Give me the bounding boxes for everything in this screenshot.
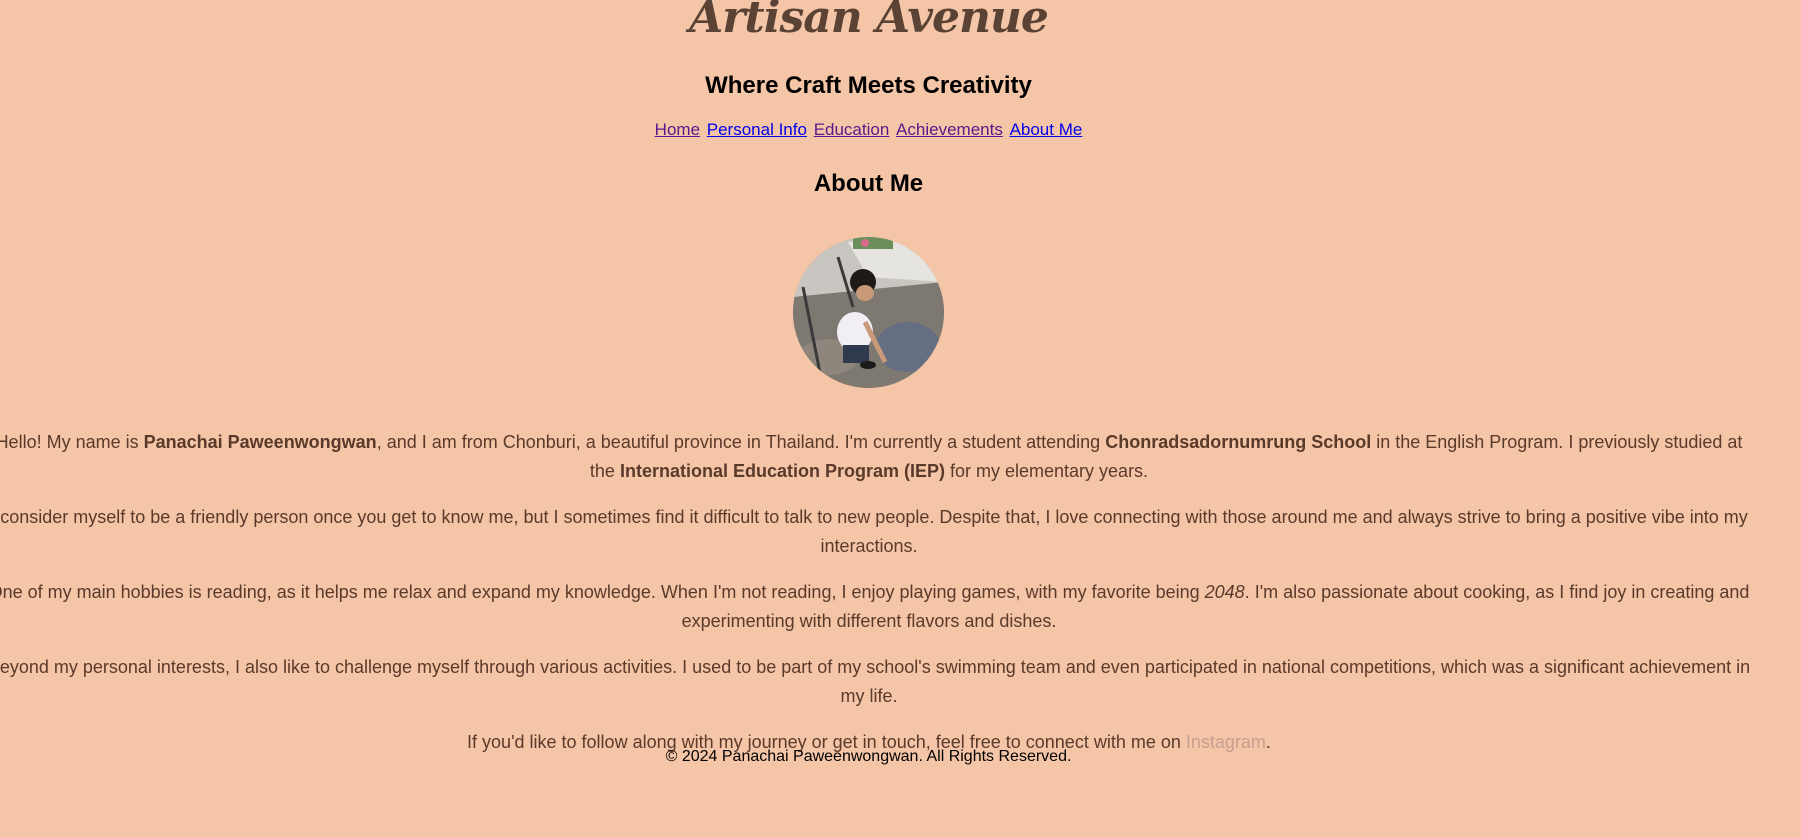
profile-photo	[793, 237, 944, 388]
name-bold: Panachai Paweenwongwan	[143, 432, 377, 452]
site-title: Artisan Avenue	[689, 0, 1049, 43]
personality-paragraph: I consider myself to be a friendly perso…	[0, 507, 1748, 556]
intro-paragraph: Hello! My name is Panachai Paweenwongwan…	[0, 432, 1743, 481]
school-bold: Chonradsadornumrung School	[1105, 432, 1372, 452]
program-bold: International Education Program (IEP)	[619, 461, 945, 481]
page-title: About Me	[813, 170, 924, 197]
nav-achievements-link[interactable]: Achievements	[896, 120, 1003, 139]
profile-photo-icon	[793, 237, 944, 388]
game-italic: 2048	[1204, 582, 1245, 602]
nav-personal-info-link[interactable]: Personal Info	[707, 120, 807, 139]
tagline: Where Craft Meets Creativity	[705, 72, 1032, 99]
activities-paragraph: Beyond my personal interests, I also lik…	[0, 657, 1751, 706]
about-content: Hello! My name is Panachai Paweenwongwan…	[0, 428, 1756, 774]
nav-about-me-link[interactable]: About Me	[1010, 120, 1083, 139]
main-nav: Home Personal Info Education Achievement…	[0, 120, 1737, 140]
nav-education-link[interactable]: Education	[814, 120, 890, 139]
hobbies-paragraph: One of my main hobbies is reading, as it…	[0, 582, 1750, 631]
nav-home-link[interactable]: Home	[655, 120, 700, 139]
footer-copyright: © 2024 Panachai Paweenwongwan. All Right…	[665, 748, 1072, 765]
